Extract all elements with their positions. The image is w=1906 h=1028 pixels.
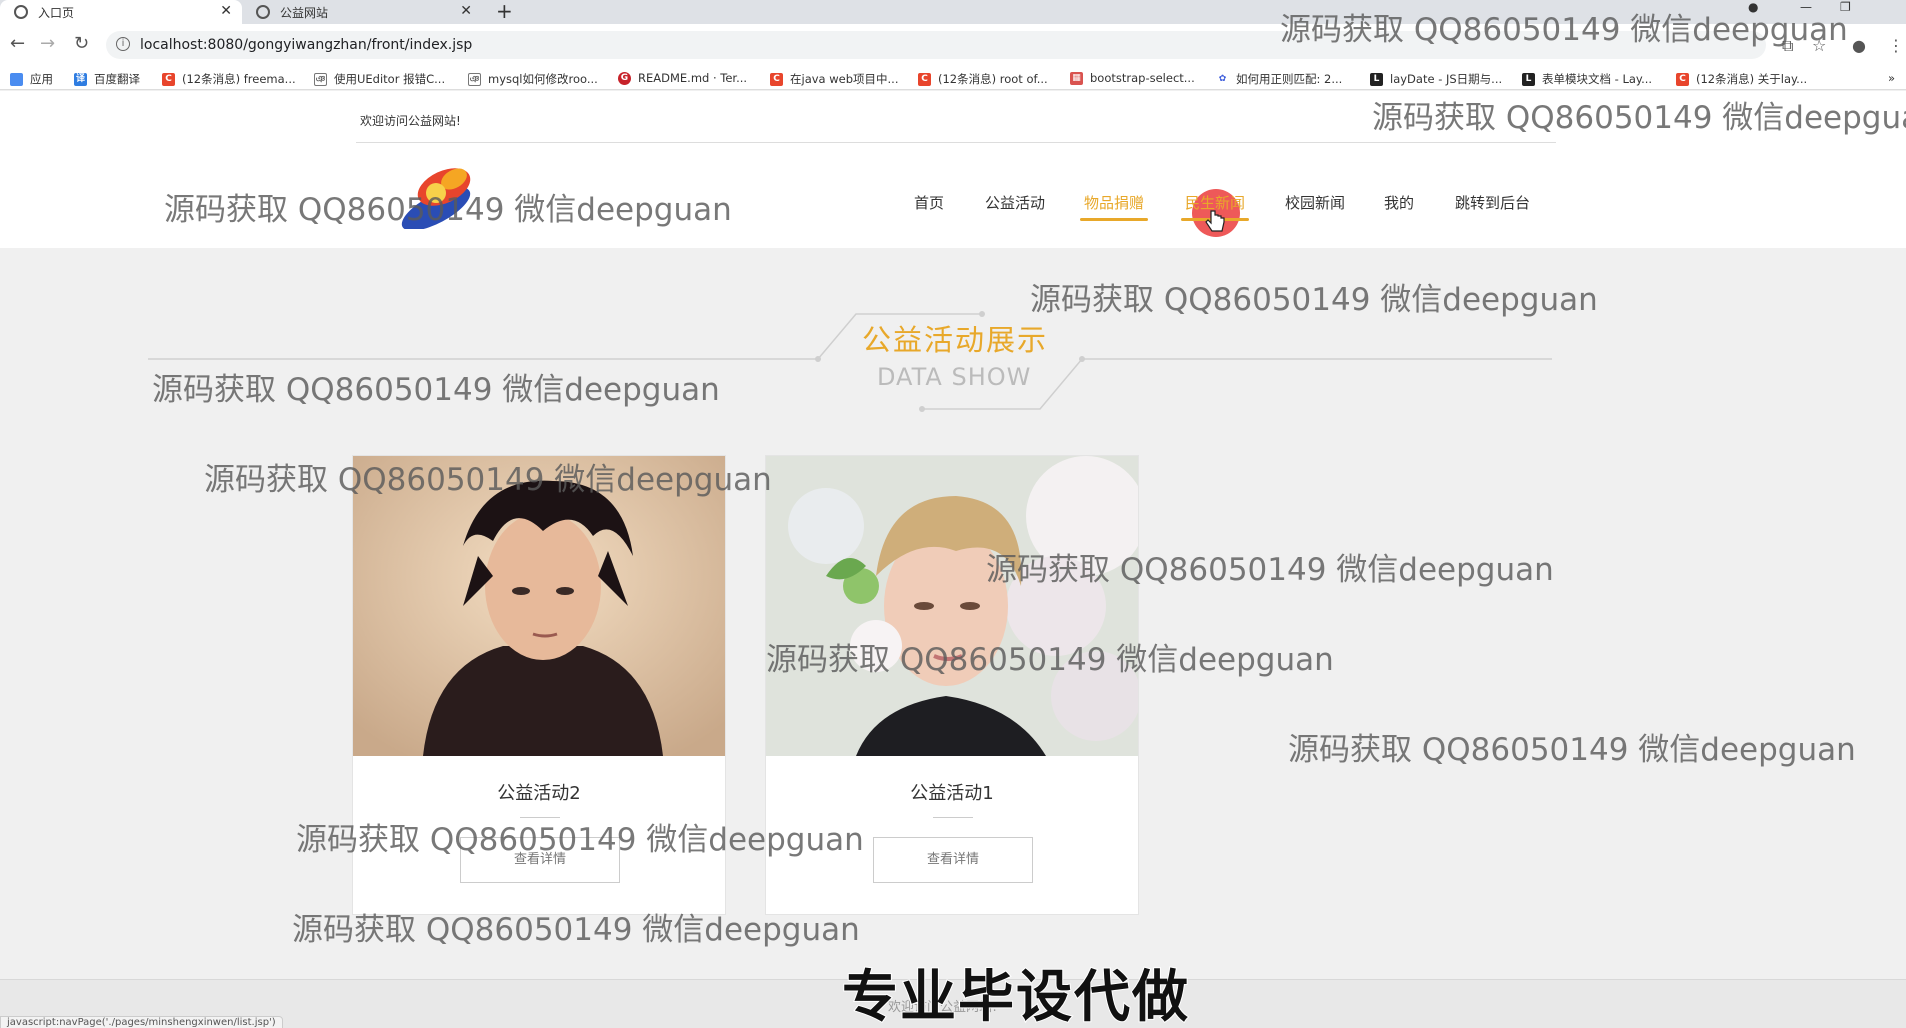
cnblogs-icon: ঞ — [468, 72, 481, 86]
csdn-icon: C — [918, 72, 931, 86]
layui-icon: L — [1370, 72, 1383, 86]
divider — [356, 142, 1556, 143]
layui-icon: L — [1522, 72, 1535, 86]
reload-icon[interactable]: ↻ — [74, 33, 89, 54]
bookmark-item[interactable]: C 在java web项目中... — [770, 71, 899, 87]
bookmark-item[interactable]: 译 百度翻译 — [74, 71, 140, 87]
nav-campus-news[interactable]: 校园新闻 — [1285, 192, 1345, 213]
bookmark-icon: ▦ — [1070, 71, 1083, 85]
csdn-icon: C — [770, 72, 783, 86]
watermark: 源码获取 QQ86050149 微信deepguan — [292, 912, 860, 948]
section-subtitle: DATA SHOW — [877, 363, 1032, 391]
bookmark-apps[interactable]: 应用 — [10, 71, 53, 87]
watermark: 源码获取 QQ86050149 微信deepguan — [296, 822, 864, 858]
baidu-icon: ✿ — [1216, 72, 1229, 86]
translate-icon: 译 — [74, 72, 87, 86]
bookmark-item[interactable]: C (12条消息) freema... — [162, 71, 296, 87]
info-icon[interactable]: i — [116, 37, 130, 51]
watermark: 源码获取 QQ86050149 微信deepguan — [1280, 12, 1848, 48]
card-title[interactable]: 公益活动2 — [353, 779, 725, 805]
bookmark-item[interactable]: C (12条消息) root of... — [918, 71, 1048, 87]
divider — [933, 817, 973, 818]
nav-item-donation[interactable]: 物品捐赠 — [1080, 192, 1149, 221]
close-icon[interactable]: ✕ — [460, 3, 472, 19]
bookmark-item[interactable]: ✿ 如何用正则匹配: 2... — [1216, 71, 1342, 87]
forward-icon[interactable]: → — [40, 33, 55, 54]
back-icon[interactable]: ← — [10, 33, 25, 54]
watermark: 源码获取 QQ86050149 微信deepguan — [164, 192, 732, 228]
section-title: 公益活动展示 — [862, 323, 1049, 357]
bookmark-item[interactable]: ▦ bootstrap-select... — [1070, 71, 1195, 85]
csdn-icon: C — [162, 72, 175, 86]
watermark: 源码获取 QQ86050149 微信deepguan — [1372, 100, 1906, 136]
csdn-icon: C — [1676, 72, 1689, 86]
activity-photo[interactable] — [353, 456, 725, 756]
cnblogs-icon: ঞ — [314, 72, 327, 86]
new-tab-button[interactable]: + — [496, 0, 513, 22]
close-icon[interactable]: ✕ — [220, 3, 232, 19]
welcome-text: 欢迎访问公益网站! — [360, 114, 461, 128]
url-text: localhost:8080/gongyiwangzhan/front/inde… — [140, 37, 473, 53]
status-bar-url: javascript:navPage('./pages/minshengxinw… — [0, 1016, 283, 1028]
watermark: 源码获取 QQ86050149 微信deepguan — [152, 372, 720, 408]
apps-grid-icon — [10, 72, 23, 86]
globe-icon — [14, 5, 28, 19]
more-bookmarks-icon[interactable]: » — [1888, 71, 1895, 85]
watermark: 源码获取 QQ86050149 微信deepguan — [204, 462, 772, 498]
profile-icon[interactable]: ● — [1852, 36, 1866, 55]
bookmark-item[interactable]: C (12条消息) 关于lay... — [1676, 71, 1807, 87]
site-icon — [256, 5, 270, 19]
bookmark-item[interactable]: G README.md · Ter... — [618, 71, 747, 85]
watermark: 源码获取 QQ86050149 微信deepguan — [1288, 732, 1856, 768]
video-caption: 专业毕设代做 — [841, 964, 1190, 1028]
active-underline — [1080, 218, 1149, 221]
watermark: 源码获取 QQ86050149 微信deepguan — [1030, 282, 1598, 318]
tab-title: 公益网站 — [280, 5, 329, 20]
gitee-icon: G — [618, 71, 631, 85]
hand-cursor-icon — [1205, 210, 1225, 232]
watermark: 源码获取 QQ86050149 微信deepguan — [986, 552, 1554, 588]
tab-charity-site[interactable]: 公益网站 ✕ — [242, 0, 482, 24]
watermark: 源码获取 QQ86050149 微信deepguan — [766, 642, 1334, 678]
bookmark-item[interactable]: ঞ 使用UEditor 报错C... — [314, 71, 445, 87]
bookmark-item[interactable]: L layDate - JS日期与... — [1370, 71, 1502, 87]
nav-charity-activities[interactable]: 公益活动 — [985, 192, 1045, 213]
nav-admin[interactable]: 跳转到后台 — [1455, 192, 1530, 213]
tab-title: 入口页 — [38, 5, 75, 20]
view-details-button[interactable]: 查看详情 — [873, 837, 1033, 883]
tab-entry-page[interactable]: 入口页 ✕ — [0, 0, 242, 24]
menu-icon[interactable]: ⋮ — [1888, 36, 1904, 55]
web-page: 欢迎访问公益网站! 首页 公益活动 物品捐赠 民生新闻 校园新闻 我的 跳转到后… — [0, 91, 1906, 1028]
nav-mine[interactable]: 我的 — [1384, 192, 1414, 213]
bookmark-item[interactable]: L 表单模块文档 - Lay... — [1522, 71, 1652, 87]
activity-photo[interactable] — [766, 456, 1138, 756]
bookmark-item[interactable]: ঞ mysql如何修改roo... — [468, 71, 598, 87]
bookmarks-bar: 应用 译 百度翻译 C (12条消息) freema... ঞ 使用UEdito… — [0, 68, 1906, 90]
card-title[interactable]: 公益活动1 — [766, 779, 1138, 805]
nav-home[interactable]: 首页 — [914, 192, 944, 213]
